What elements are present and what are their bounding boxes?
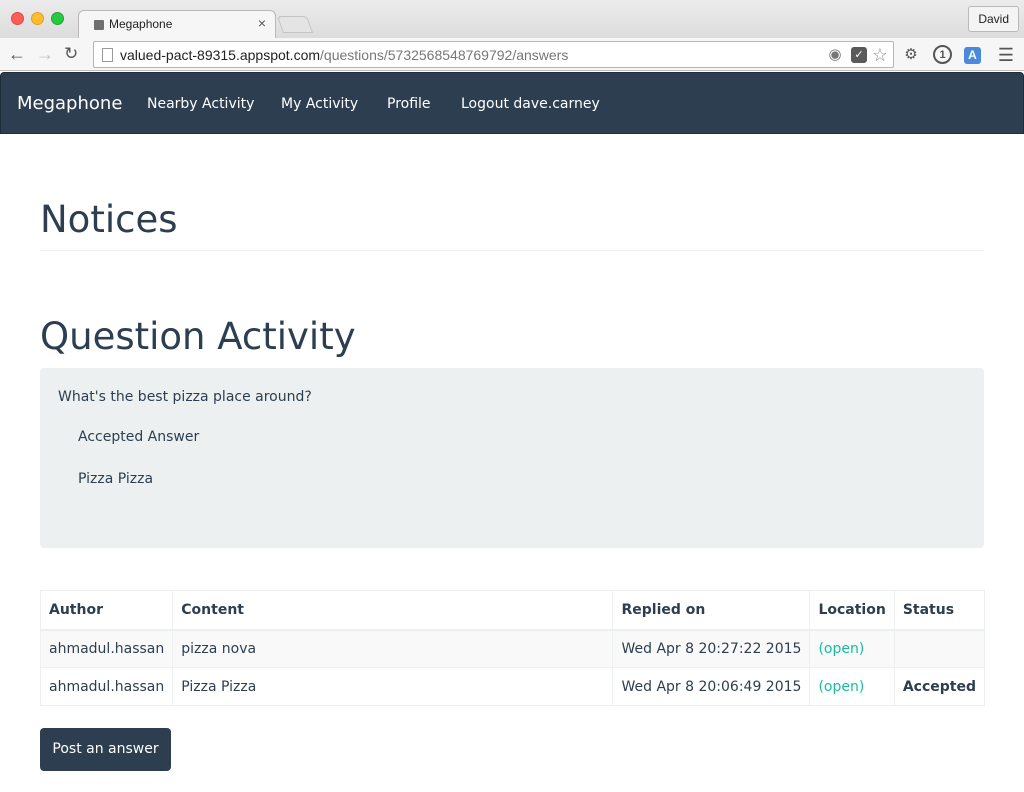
- header-author: Author: [39, 590, 174, 631]
- answers-table: Author Content Replied on Location Statu…: [39, 590, 986, 706]
- question-activity-heading: Question Activity: [40, 315, 356, 358]
- nav-nearby-activity[interactable]: Nearby Activity: [147, 96, 254, 112]
- translate-icon[interactable]: A: [964, 47, 981, 64]
- cell-status: Accepted: [893, 667, 986, 706]
- back-arrow-icon[interactable]: ←: [8, 44, 26, 64]
- favicon-icon: [94, 20, 104, 30]
- nav-logout[interactable]: Logout dave.carney: [461, 96, 600, 112]
- menu-icon[interactable]: ☰: [996, 45, 1016, 65]
- cell-location: (open): [809, 629, 895, 668]
- site-navbar: Megaphone Nearby Activity My Activity Pr…: [0, 72, 1024, 134]
- cell-replied-on: Wed Apr 8 20:27:22 2015: [612, 629, 811, 668]
- tab-close-icon[interactable]: ×: [258, 15, 266, 31]
- notices-heading: Notices: [40, 198, 178, 241]
- cell-replied-on: Wed Apr 8 20:06:49 2015: [612, 667, 811, 706]
- profile-button[interactable]: David: [968, 6, 1019, 32]
- cell-author: ahmadul.hassan: [39, 667, 174, 706]
- page-icon: [102, 48, 113, 62]
- url-host: valued-pact-89315.appspot.com: [120, 47, 321, 63]
- question-panel: What's the best pizza place around? Acce…: [40, 368, 984, 548]
- forward-arrow-icon[interactable]: →: [36, 44, 54, 64]
- divider: [40, 250, 984, 251]
- header-location: Location: [809, 590, 895, 631]
- nav-profile[interactable]: Profile: [387, 96, 431, 112]
- extension-puzzle-icon[interactable]: ⚙: [901, 45, 921, 65]
- cell-content: pizza nova: [172, 629, 614, 668]
- browser-titlebar: Megaphone × David: [0, 0, 1024, 38]
- table-row: ahmadul.hassan Pizza Pizza Wed Apr 8 20:…: [39, 667, 986, 706]
- browser-tab[interactable]: Megaphone ×: [78, 10, 276, 38]
- cell-content: Pizza Pizza: [172, 667, 614, 706]
- extension-icon[interactable]: ✓: [851, 47, 867, 63]
- table-header-row: Author Content Replied on Location Statu…: [39, 590, 986, 631]
- post-answer-button[interactable]: Post an answer: [40, 728, 171, 771]
- header-status: Status: [893, 590, 986, 631]
- url-text[interactable]: valued-pact-89315.appspot.com/questions/…: [120, 47, 568, 63]
- table-row: ahmadul.hassan pizza nova Wed Apr 8 20:2…: [39, 629, 986, 668]
- minimize-window-button[interactable]: [31, 12, 44, 25]
- brand-link[interactable]: Megaphone: [17, 93, 122, 114]
- location-link[interactable]: (open): [818, 679, 864, 695]
- accepted-answer-value: Pizza Pizza: [78, 471, 154, 487]
- bookmark-star-icon[interactable]: ☆: [871, 46, 889, 64]
- header-content: Content: [172, 590, 614, 631]
- cell-location: (open): [809, 667, 895, 706]
- cell-status: [893, 629, 986, 668]
- password-manager-icon[interactable]: 1: [933, 45, 952, 64]
- zoom-window-button[interactable]: [51, 12, 64, 25]
- accepted-answer-label: Accepted Answer: [78, 429, 200, 445]
- question-text: What's the best pizza place around?: [58, 389, 312, 405]
- location-target-icon[interactable]: ◉: [826, 46, 844, 64]
- cell-author: ahmadul.hassan: [39, 629, 174, 668]
- reload-icon[interactable]: ↻: [64, 44, 78, 64]
- new-tab-button[interactable]: [276, 16, 314, 33]
- nav-my-activity[interactable]: My Activity: [281, 96, 358, 112]
- url-path: /questions/5732568548769792/answers: [320, 47, 569, 63]
- header-replied-on: Replied on: [612, 590, 811, 631]
- browser-toolbar: ← → ↻ valued-pact-89315.appspot.com/ques…: [0, 38, 1024, 71]
- close-window-button[interactable]: [11, 12, 24, 25]
- location-link[interactable]: (open): [818, 641, 864, 657]
- address-bar[interactable]: valued-pact-89315.appspot.com/questions/…: [93, 41, 894, 68]
- tab-title: Megaphone: [109, 17, 173, 31]
